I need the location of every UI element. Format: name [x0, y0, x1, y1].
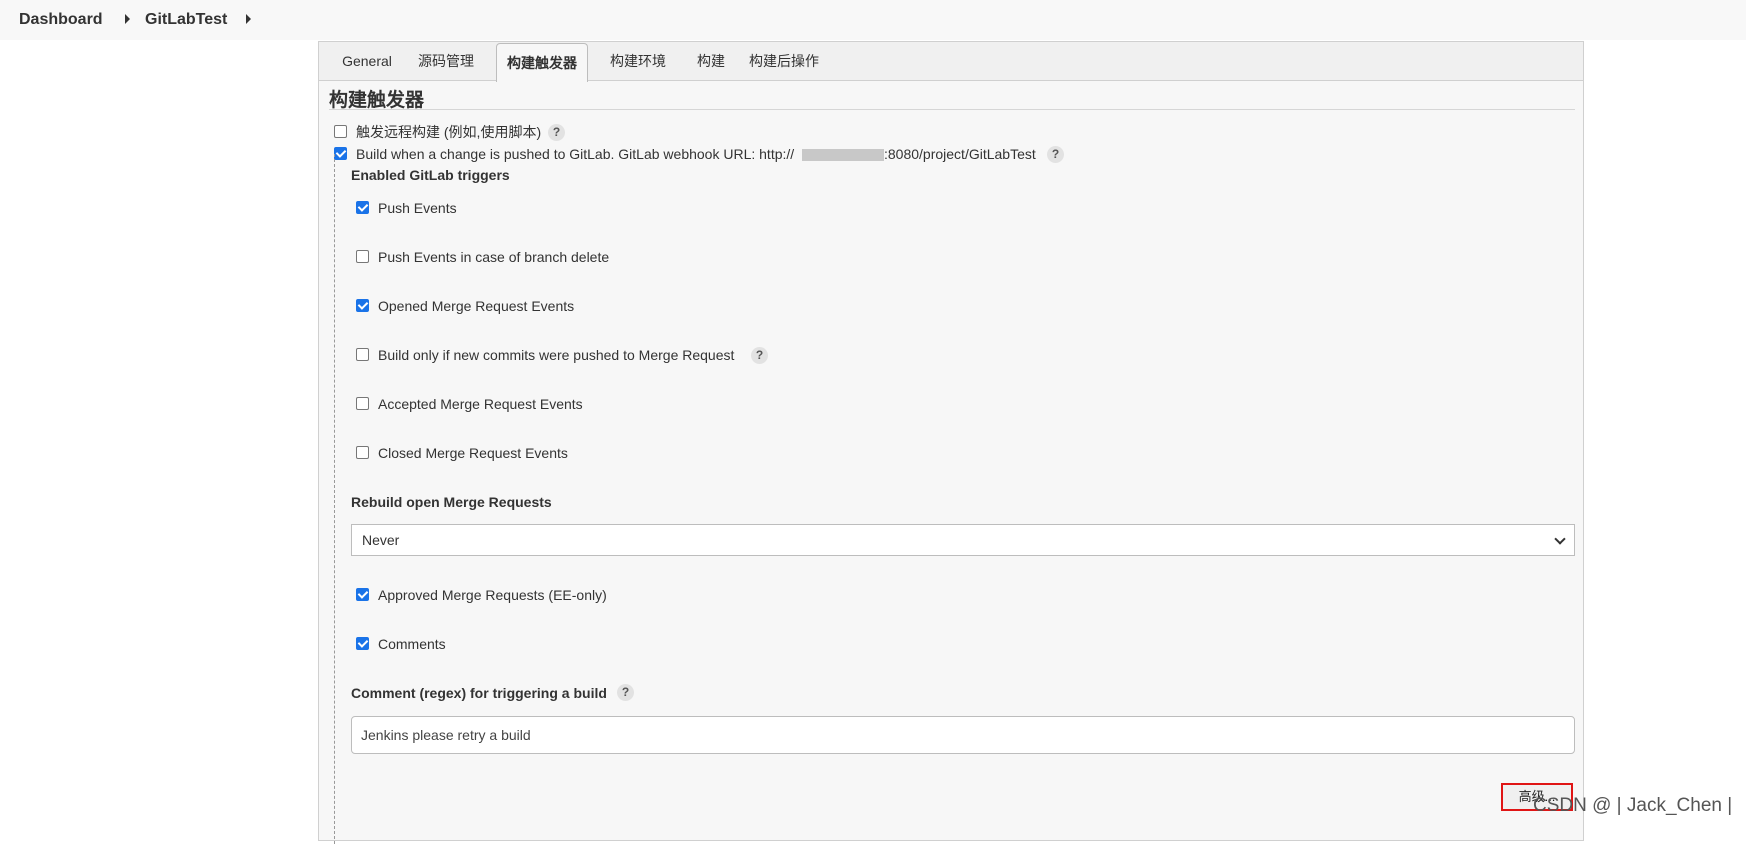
- watermark: CSDN @ | Jack_Chen |: [1533, 795, 1733, 816]
- breadcrumb-arrow-icon[interactable]: [125, 14, 130, 24]
- push-events-branch-delete-checkbox[interactable]: [356, 250, 369, 263]
- rebuild-select[interactable]: Never: [351, 524, 1575, 556]
- gitlab-trigger-checkbox[interactable]: [334, 147, 347, 160]
- push-events-label: Push Events: [378, 200, 457, 216]
- section-title: 构建触发器: [329, 90, 425, 111]
- push-events-checkbox[interactable]: [356, 201, 369, 214]
- push-events-branch-delete-label: Push Events in case of branch delete: [378, 249, 610, 265]
- opened-mr-events-label: Opened Merge Request Events: [378, 298, 575, 314]
- closed-mr-events-label: Closed Merge Request Events: [378, 445, 568, 461]
- comment-regex-input[interactable]: Jenkins please retry a build: [351, 716, 1575, 754]
- closed-mr-events-checkbox[interactable]: [356, 446, 369, 459]
- rebuild-select-value: Never: [362, 532, 400, 548]
- gitlab-trigger-label: Build when a change is pushed to GitLab.…: [356, 146, 795, 162]
- section-divider: [329, 109, 1575, 110]
- help-icon[interactable]: ?: [548, 124, 565, 141]
- new-commits-mr-checkbox[interactable]: [356, 348, 369, 361]
- config-panel: General 源码管理 构建触发器 构建环境 构建 构建后操作 构建触发器 触…: [318, 41, 1584, 844]
- redacted-host: [802, 149, 884, 161]
- approved-mr-checkbox[interactable]: [356, 588, 369, 601]
- new-commits-mr-label: Build only if new commits were pushed to…: [378, 347, 735, 363]
- remote-trigger-label: 触发远程构建 (例如,使用脚本): [356, 124, 542, 140]
- help-icon[interactable]: ?: [751, 347, 768, 364]
- tab-build-triggers[interactable]: 构建触发器: [496, 43, 588, 82]
- accepted-mr-events-label: Accepted Merge Request Events: [378, 396, 583, 412]
- rebuild-heading: Rebuild open Merge Requests: [351, 494, 552, 510]
- breadcrumb-arrow-icon[interactable]: [246, 14, 251, 24]
- config-tabs: General 源码管理 构建触发器 构建环境 构建 构建后操作: [319, 42, 1583, 82]
- tab-build-environment[interactable]: 构建环境: [597, 42, 679, 80]
- help-icon[interactable]: ?: [1047, 146, 1064, 163]
- comment-regex-heading: Comment (regex) for triggering a build: [351, 685, 607, 701]
- comments-label: Comments: [378, 636, 446, 652]
- opened-mr-events-checkbox[interactable]: [356, 299, 369, 312]
- nested-options-guide: [334, 154, 335, 844]
- help-icon[interactable]: ?: [617, 684, 634, 701]
- chevron-down-icon: [1554, 533, 1566, 545]
- tab-general[interactable]: General: [335, 42, 399, 80]
- tab-post-build[interactable]: 构建后操作: [743, 42, 825, 80]
- accepted-mr-events-checkbox[interactable]: [356, 397, 369, 410]
- tab-source-code[interactable]: 源码管理: [409, 42, 483, 80]
- breadcrumb-dashboard[interactable]: Dashboard: [19, 10, 103, 30]
- breadcrumb-project[interactable]: GitLabTest: [145, 10, 227, 30]
- gitlab-trigger-url-suffix: :8080/project/GitLabTest: [884, 146, 1036, 162]
- enabled-triggers-heading: Enabled GitLab triggers: [351, 167, 510, 183]
- top-breadcrumb-bar: Dashboard GitLabTest: [0, 0, 1746, 40]
- remote-trigger-checkbox[interactable]: [334, 125, 347, 138]
- tab-build[interactable]: 构建: [689, 42, 733, 80]
- comments-checkbox[interactable]: [356, 637, 369, 650]
- approved-mr-label: Approved Merge Requests (EE-only): [378, 587, 607, 603]
